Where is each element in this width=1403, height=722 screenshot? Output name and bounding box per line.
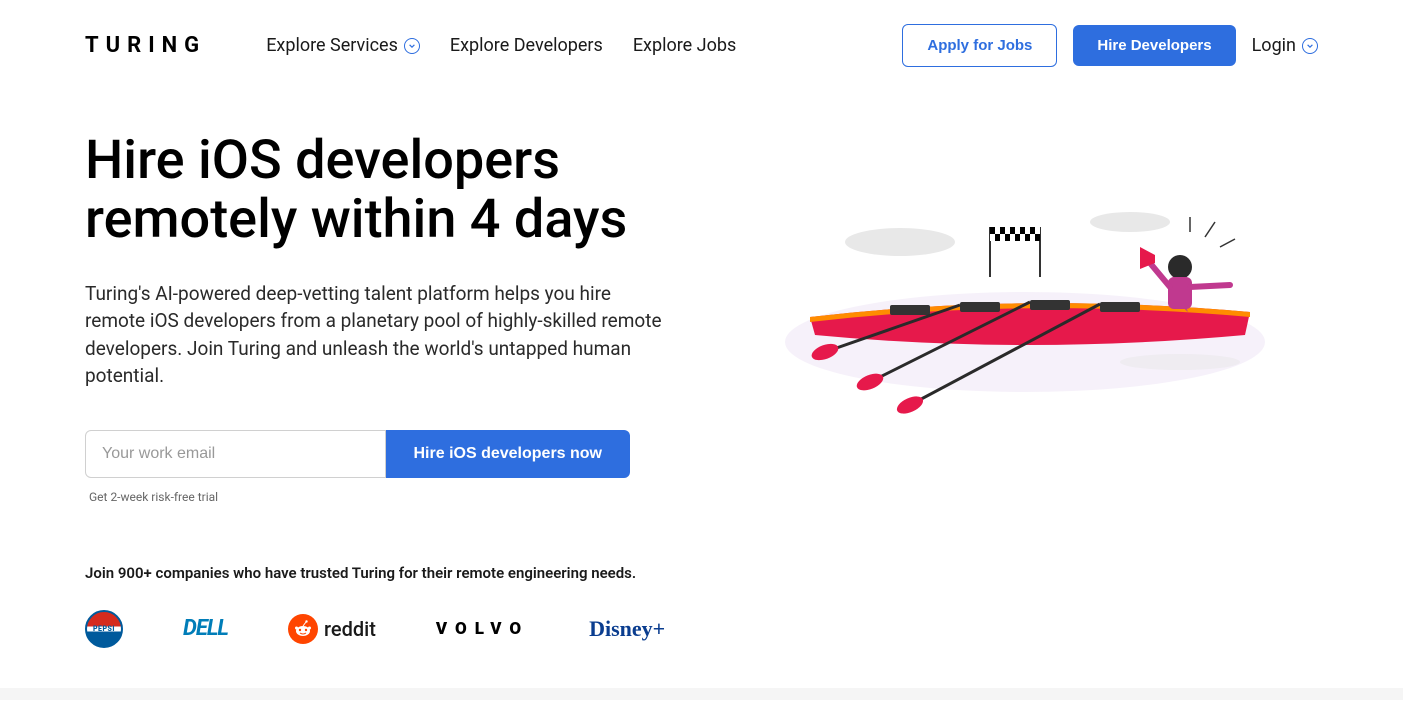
chevron-down-icon (1302, 38, 1318, 54)
volvo-label: VOLVO (436, 619, 529, 639)
nav-label: Explore Jobs (633, 35, 736, 56)
header-left: TURING Explore Services Explore Develope… (85, 33, 736, 58)
hire-developers-button[interactable]: Hire Developers (1073, 25, 1235, 66)
main-nav: Explore Services Explore Developers Expl… (266, 35, 736, 56)
rowing-illustration (780, 187, 1270, 447)
disney-logo: Disney+ (589, 616, 665, 642)
hero-section: Hire iOS developers remotely within 4 da… (0, 91, 1403, 564)
pepsi-logo: PEPSI (85, 610, 123, 648)
pepsi-icon: PEPSI (85, 610, 123, 648)
nav-explore-jobs[interactable]: Explore Jobs (633, 35, 736, 56)
email-input[interactable] (85, 430, 386, 478)
logo[interactable]: TURING (85, 33, 206, 58)
submit-button[interactable]: Hire iOS developers now (386, 430, 631, 478)
trust-section: Join 900+ companies who have trusted Tur… (0, 564, 1403, 688)
trial-text: Get 2-week risk-free trial (89, 490, 672, 504)
bottom-divider (0, 688, 1403, 700)
header: TURING Explore Services Explore Develope… (0, 0, 1403, 91)
chevron-down-icon (404, 38, 420, 54)
disney-label: Disney+ (589, 616, 665, 642)
nav-label: Explore Services (266, 35, 398, 56)
nav-explore-developers[interactable]: Explore Developers (450, 35, 603, 56)
reddit-icon (288, 614, 318, 644)
trust-text: Join 900+ companies who have trusted Tur… (85, 564, 1318, 582)
dell-label: DELL (183, 616, 228, 641)
hero-illustration-container (732, 131, 1319, 504)
volvo-logo: VOLVO (436, 619, 529, 639)
pepsi-label: PEPSI (93, 625, 115, 633)
nav-explore-services[interactable]: Explore Services (266, 35, 420, 56)
login-link[interactable]: Login (1252, 35, 1318, 56)
hero-description: Turing's AI-powered deep-vetting talent … (85, 280, 672, 390)
hero-content: Hire iOS developers remotely within 4 da… (85, 131, 672, 504)
login-label: Login (1252, 35, 1296, 56)
hero-title: Hire iOS developers remotely within 4 da… (85, 131, 672, 250)
dell-logo: DELL (183, 616, 228, 641)
company-logos: PEPSI DELL reddit VOLVO (85, 610, 1318, 648)
reddit-label: reddit (324, 617, 376, 641)
email-form: Hire iOS developers now (85, 430, 630, 478)
header-right: Apply for Jobs Hire Developers Login (902, 24, 1318, 67)
apply-jobs-button[interactable]: Apply for Jobs (902, 24, 1057, 67)
nav-label: Explore Developers (450, 35, 603, 56)
reddit-logo: reddit (288, 614, 376, 644)
